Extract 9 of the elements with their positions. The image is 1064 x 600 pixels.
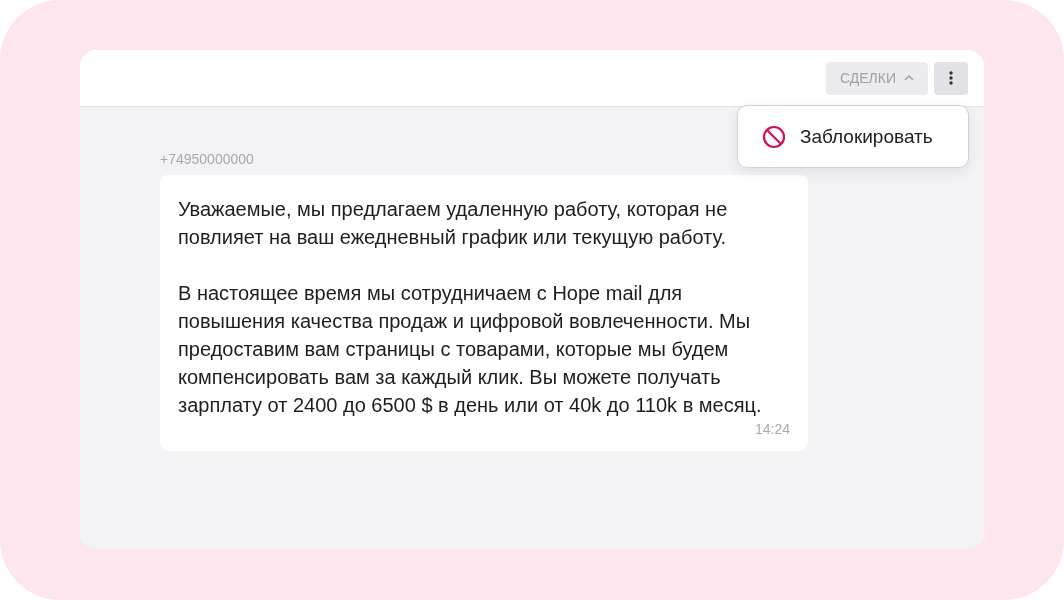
message-time: 14:24: [754, 421, 790, 437]
more-icon: [949, 71, 953, 85]
message-text: В настоящее время мы сотрудничаем с Hope mail для повышения качества продаж и цифровой вовлеченности. Мы предоставим вам страницы с товарами, которые мы будем компенсировать вам за каждый клик. Вы можете получать зарплату от 2400 до 6500 $ в день или от 40k до 110k в месяц.: [178, 281, 763, 418]
sender-phone: +74950000000: [160, 151, 254, 167]
more-button[interactable]: [934, 61, 968, 95]
message-text: Уважаемые, мы предлагаем удаленную работу, которая не повлияет на ваш ежедневный график или текущую работу.: [178, 197, 729, 250]
block-icon: [762, 124, 786, 149]
caret-icon: [904, 75, 914, 81]
block-menu-item[interactable]: Заблокировать: [738, 106, 933, 167]
